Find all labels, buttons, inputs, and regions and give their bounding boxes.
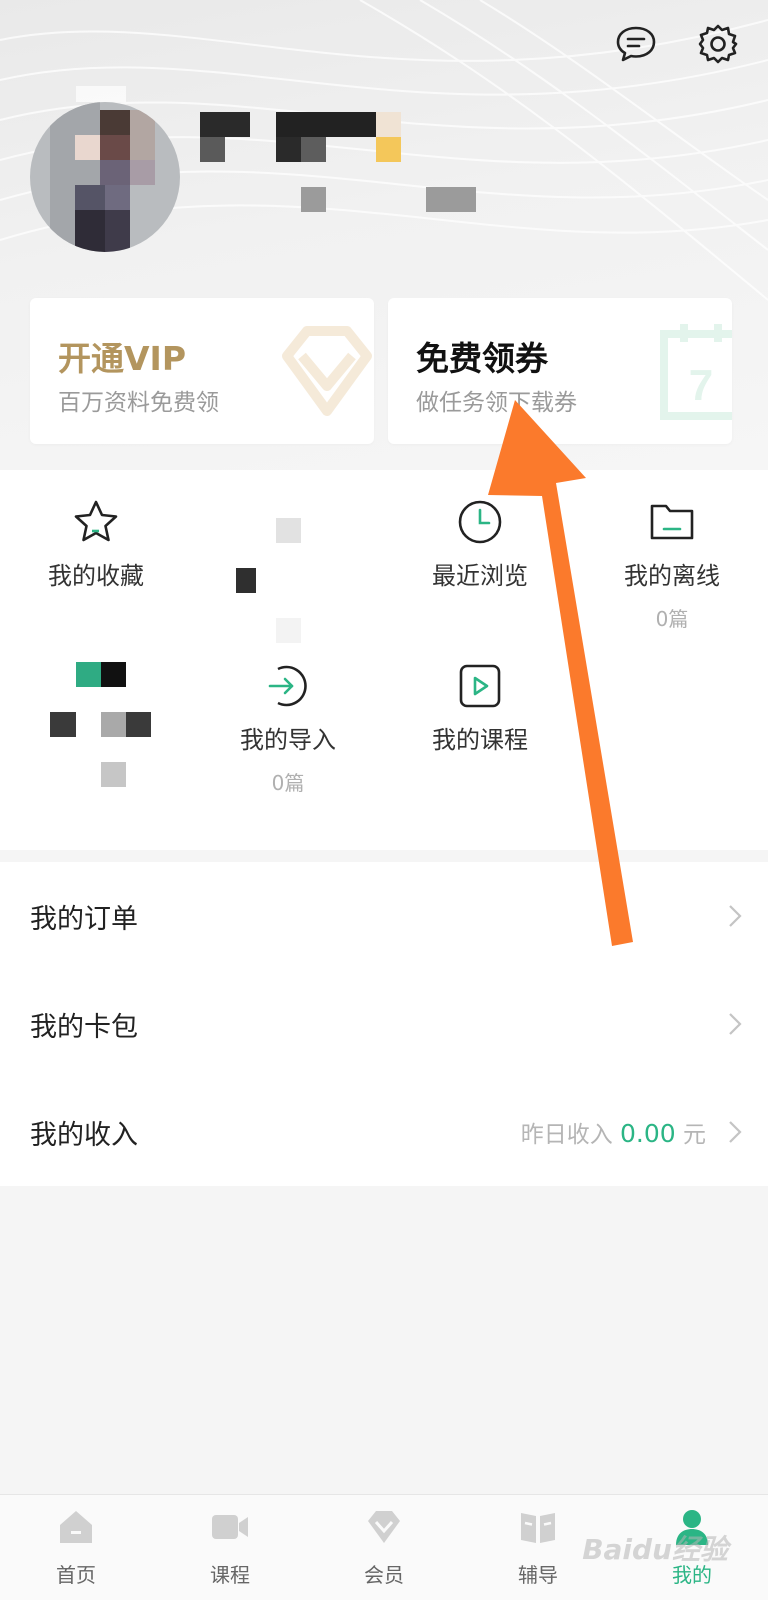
list-row-income[interactable]: 我的收入 昨日收入 0.00 元 (0, 1078, 768, 1186)
nav-label: 辅导 (518, 1563, 558, 1587)
income-amount: 0.00 (620, 1119, 676, 1148)
list-row-label: 我的卡包 (30, 1011, 138, 1043)
gear-icon (698, 24, 738, 64)
import-icon (268, 665, 307, 707)
income-unit: 元 (683, 1122, 706, 1148)
message-icon (616, 26, 656, 62)
promo-cards: 开通VIP 百万资料免费领 7 免费领券 做任务领下载券 (30, 298, 738, 444)
grid-label: 我的课程 (432, 726, 528, 754)
feature-grid: 我的收藏 最近浏览 我的离线 0篇 我的导入 0篇 我的课程 (0, 470, 768, 850)
nav-item-membership[interactable]: 会员 (324, 1507, 444, 1588)
message-button[interactable] (614, 22, 658, 66)
play-icon (459, 664, 501, 708)
coupon-card-title: 免费领券 (416, 339, 548, 378)
chevron-right-icon (729, 905, 742, 927)
diamond-icon (282, 326, 372, 416)
star-icon (74, 500, 118, 542)
grid-count: 0篇 (271, 771, 305, 795)
grid-count: 0篇 (655, 607, 689, 631)
income-prefix: 昨日收入 (520, 1122, 613, 1148)
list-row-orders[interactable]: 我的订单 (0, 862, 768, 970)
grid-item-recent[interactable]: 最近浏览 (384, 498, 576, 591)
avatar[interactable] (30, 102, 180, 252)
menu-list: 我的订单 我的卡包 我的收入 昨日收入 0.00 元 (0, 862, 768, 1186)
coupon-card-subtitle: 做任务领下载券 (416, 390, 577, 416)
diamond-icon (368, 1511, 400, 1543)
grid-item-imports[interactable]: 我的导入 0篇 (192, 662, 384, 796)
list-row-label: 我的订单 (30, 903, 138, 935)
income-summary: 昨日收入 0.00 元 (521, 1115, 706, 1149)
grid-label: 我的离线 (624, 562, 720, 590)
grid-label: 我的导入 (240, 726, 336, 754)
nav-label: 首页 (56, 1563, 96, 1587)
clock-icon (458, 500, 502, 544)
chevron-right-icon (729, 1013, 742, 1035)
grid-item-obscured-2[interactable] (0, 662, 192, 792)
nav-label: 会员 (364, 1563, 404, 1587)
home-icon (60, 1511, 92, 1543)
watermark: Baidu经验 (582, 1533, 728, 1566)
nav-item-home[interactable]: 首页 (16, 1507, 136, 1588)
vip-card[interactable]: 开通VIP 百万资料免费领 (30, 298, 374, 444)
grid-label: 我的收藏 (48, 562, 144, 590)
svg-text:7: 7 (689, 361, 713, 410)
vip-card-subtitle: 百万资料免费领 (58, 390, 219, 416)
calendar-icon: 7 (660, 324, 732, 420)
vip-card-title: 开通VIP (58, 339, 187, 378)
video-icon (212, 1515, 248, 1539)
nav-item-courses[interactable]: 课程 (170, 1507, 290, 1588)
list-row-wallet[interactable]: 我的卡包 (0, 970, 768, 1078)
grid-item-obscured[interactable] (192, 498, 384, 643)
list-row-label: 我的收入 (30, 1119, 138, 1151)
coupon-card[interactable]: 7 免费领券 做任务领下载券 (388, 298, 732, 444)
nav-item-tutoring[interactable]: 辅导 (478, 1507, 598, 1588)
grid-label: 最近浏览 (432, 562, 528, 590)
grid-item-offline[interactable]: 我的离线 0篇 (576, 498, 768, 632)
profile-header: 开通VIP 百万资料免费领 7 免费领券 做任务领下载券 (0, 0, 768, 470)
settings-button[interactable] (696, 22, 740, 66)
book-icon (521, 1513, 555, 1543)
grid-item-courses[interactable]: 我的课程 (384, 662, 576, 755)
nav-label: 课程 (210, 1563, 250, 1587)
grid-item-favorites[interactable]: 我的收藏 (0, 498, 192, 591)
folder-icon (650, 504, 694, 540)
chevron-right-icon (729, 1121, 742, 1143)
